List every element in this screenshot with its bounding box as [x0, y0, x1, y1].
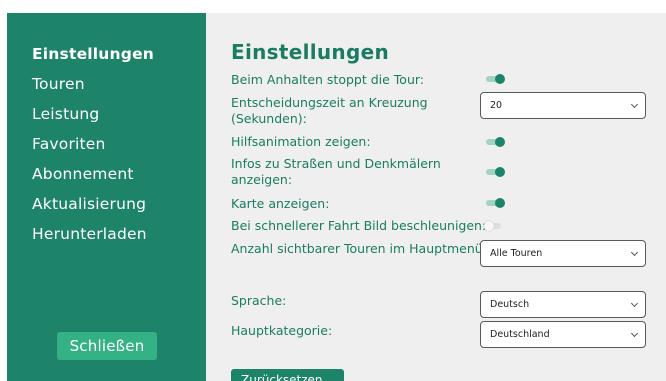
speed-up-label: Bei schnellerer Fahrt Bild beschleunigen…	[231, 218, 487, 233]
chevron-down-icon	[630, 329, 639, 338]
sidebar-item-touren[interactable]: Touren	[32, 75, 85, 93]
sidebar-item-leistung[interactable]: Leistung	[32, 105, 99, 123]
help-animation-label: Hilfsanimation zeigen:	[231, 134, 371, 149]
chevron-down-icon	[630, 100, 639, 109]
show-map-toggle[interactable]	[486, 198, 505, 208]
decision-time-label: Entscheidungszeit an Kreuzung (Sekunden)…	[231, 95, 428, 126]
visible-tours-select[interactable]: Alle Touren	[480, 240, 646, 267]
sidebar-item-favoriten[interactable]: Favoriten	[32, 135, 106, 153]
close-button[interactable]: Schließen	[57, 332, 157, 360]
show-map-label: Karte anzeigen:	[231, 196, 330, 211]
main-category-label: Hauptkategorie:	[231, 323, 333, 338]
sidebar-item-herunterladen[interactable]: Herunterladen	[32, 225, 147, 243]
language-select[interactable]: Deutsch	[480, 291, 646, 318]
sidebar-item-aktualisierung[interactable]: Aktualisierung	[32, 195, 146, 213]
main-category-value: Deutschland	[490, 329, 550, 340]
page-title: Einstellungen	[231, 40, 389, 64]
chevron-down-icon	[630, 248, 639, 257]
reset-button[interactable]: Zurücksetzen	[231, 369, 344, 381]
sidebar-item-abonnement[interactable]: Abonnement	[32, 165, 134, 183]
stop-tour-label: Beim Anhalten stoppt die Tour:	[231, 72, 424, 87]
street-info-toggle[interactable]	[486, 167, 505, 177]
language-value: Deutsch	[490, 299, 530, 310]
stop-tour-toggle[interactable]	[486, 74, 505, 84]
decision-time-select[interactable]: 20	[480, 92, 646, 119]
chevron-down-icon	[630, 299, 639, 308]
decision-time-value: 20	[490, 100, 503, 111]
sidebar: Einstellungen Touren Leistung Favoriten …	[7, 13, 206, 381]
main-category-select[interactable]: Deutschland	[480, 321, 646, 348]
street-info-label: Infos zu Straßen und Denkmälern anzeigen…	[231, 156, 441, 187]
speed-up-toggle[interactable]	[484, 221, 503, 231]
language-label: Sprache:	[231, 293, 287, 308]
sidebar-item-einstellungen[interactable]: Einstellungen	[32, 45, 154, 63]
visible-tours-label: Anzahl sichtbarer Touren im Hauptmenü:	[231, 241, 487, 256]
help-animation-toggle[interactable]	[486, 137, 505, 147]
settings-window: Einstellungen Touren Leistung Favoriten …	[7, 13, 666, 381]
visible-tours-value: Alle Touren	[490, 248, 543, 259]
